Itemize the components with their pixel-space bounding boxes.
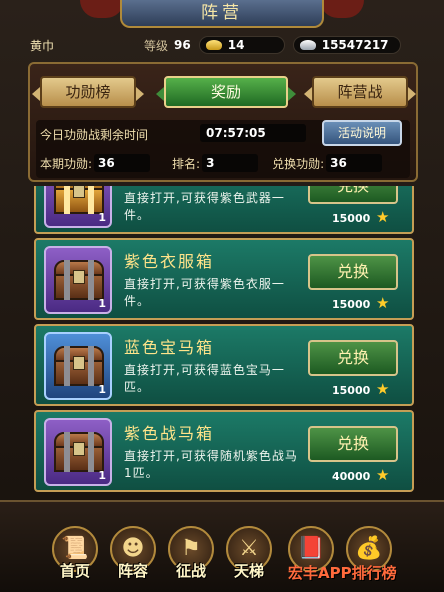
stat-rank: 排名: 3 <box>172 154 259 172</box>
title-ribbon: 阵营 <box>120 0 324 28</box>
item-icon-frame: 1 <box>44 246 112 314</box>
exchange-merit-label: 兑换功勋: <box>272 156 325 171</box>
silver-counter: 15547217 <box>292 36 401 54</box>
item-quantity: 1 <box>98 297 106 310</box>
item-description: 直接打开,可获得蓝色宝马一匹。 <box>124 363 285 394</box>
nav-label: 征战 <box>175 562 206 580</box>
tab-bar: 功勋榜 奖励 阵营战 <box>32 76 416 112</box>
nav-label: 天梯 <box>233 562 264 580</box>
gold-counter: 14 <box>198 36 285 54</box>
star-icon: ★ <box>376 208 390 226</box>
silver-value: 15547217 <box>321 38 389 52</box>
tab-merit-ranking[interactable]: 功勋榜 <box>32 76 144 108</box>
stat-current-merit: 本期功勋: 36 <box>40 154 151 172</box>
item-description: 直接打开,可获得紫色衣服一件。 <box>124 277 285 308</box>
exchange-button[interactable]: 兑换 <box>308 186 398 204</box>
treasure-chest-icon <box>54 346 104 386</box>
star-icon: ★ <box>376 380 390 398</box>
exchange-button[interactable]: 兑换 <box>308 254 398 290</box>
star-icon: ★ <box>376 294 390 312</box>
item-icon-frame: 1 <box>44 332 112 400</box>
level-label: 等级 <box>144 38 169 53</box>
nav-label: 阵容 <box>117 562 148 580</box>
remaining-time-label: 今日功勋战剩余时间 <box>40 128 149 142</box>
silver-ingot-icon <box>299 40 316 50</box>
reward-panel: 功勋榜 奖励 阵营战 今日功勋战剩余时间 07:57:05 活动说明 本期功勋:… <box>28 62 418 182</box>
star-icon: ★ <box>376 466 390 484</box>
stat-exchange-merit: 兑换功勋: 36 <box>272 154 383 172</box>
list-item: 1 紫色衣服箱 直接打开,可获得紫色衣服一件。 兑换 15000 ★ <box>34 238 414 320</box>
tab-rewards[interactable]: 奖励 <box>156 76 296 108</box>
page-title: 阵营 <box>201 3 243 23</box>
item-cost: 15000 <box>332 384 371 397</box>
item-icon-frame: 1 <box>44 186 112 228</box>
gold-value: 14 <box>227 38 245 52</box>
merit-info-box: 今日功勋战剩余时间 07:57:05 活动说明 本期功勋: 36 排名: 3 兑… <box>36 120 410 178</box>
nav-label: 首页 <box>59 562 90 580</box>
item-cost: 15000 <box>332 298 371 311</box>
treasure-chest-icon <box>54 432 104 472</box>
exchange-button[interactable]: 兑换 <box>308 426 398 462</box>
item-quantity: 1 <box>98 383 106 396</box>
nav-lineup[interactable]: ☻ 阵容 <box>104 526 162 584</box>
status-bar: 黄巾 等级 96 14 15547217 <box>14 34 428 56</box>
list-item: 1 直接打开,可获得紫色武器一件。 兑换 15000 ★ <box>34 186 414 234</box>
player-name: 黄巾 <box>30 38 55 53</box>
merit-value: 36 <box>94 154 151 172</box>
rank-label: 排名: <box>172 156 201 171</box>
countdown-timer: 07:57:05 <box>200 124 306 142</box>
nav-ladder[interactable]: ⚔ 天梯 <box>220 526 278 584</box>
merit-label: 本期功勋: <box>40 156 93 171</box>
nav-home[interactable]: 📜 首页 <box>46 526 104 584</box>
watermark-text: 宏丰APP排行榜 <box>288 564 397 582</box>
nav-campaign[interactable]: ⚑ 征战 <box>162 526 220 584</box>
reward-list[interactable]: 1 直接打开,可获得紫色武器一件。 兑换 15000 ★ 1 紫色衣服箱 直接打… <box>34 186 414 492</box>
list-item: 1 紫色战马箱 直接打开,可获得随机紫色战马1匹。 兑换 40000 ★ <box>34 410 414 492</box>
merit-stats: 本期功勋: 36 排名: 3 兑换功勋: 36 <box>40 154 410 172</box>
tab-faction-war[interactable]: 阵营战 <box>304 76 416 108</box>
item-title: 蓝色宝马箱 <box>124 338 215 357</box>
rank-value: 3 <box>202 154 259 172</box>
level-value: 96 <box>174 38 191 52</box>
exchange-button[interactable]: 兑换 <box>308 340 398 376</box>
treasure-chest-icon <box>54 260 104 300</box>
item-description: 直接打开,可获得紫色武器一件。 <box>124 191 285 222</box>
item-icon-frame: 1 <box>44 418 112 486</box>
item-cost: 40000 <box>332 470 371 483</box>
item-quantity: 1 <box>98 469 106 482</box>
item-cost: 15000 <box>332 212 371 225</box>
item-title: 紫色战马箱 <box>124 424 215 443</box>
item-title: 紫色衣服箱 <box>124 252 215 271</box>
exchange-merit-value: 36 <box>326 154 383 172</box>
activity-explain-button[interactable]: 活动说明 <box>322 120 402 146</box>
list-item: 1 蓝色宝马箱 直接打开,可获得蓝色宝马一匹。 兑换 15000 ★ <box>34 324 414 406</box>
item-description: 直接打开,可获得随机紫色战马1匹。 <box>124 449 298 480</box>
treasure-chest-icon <box>54 186 104 214</box>
item-quantity: 1 <box>98 211 106 224</box>
gold-ingot-icon <box>205 40 222 50</box>
